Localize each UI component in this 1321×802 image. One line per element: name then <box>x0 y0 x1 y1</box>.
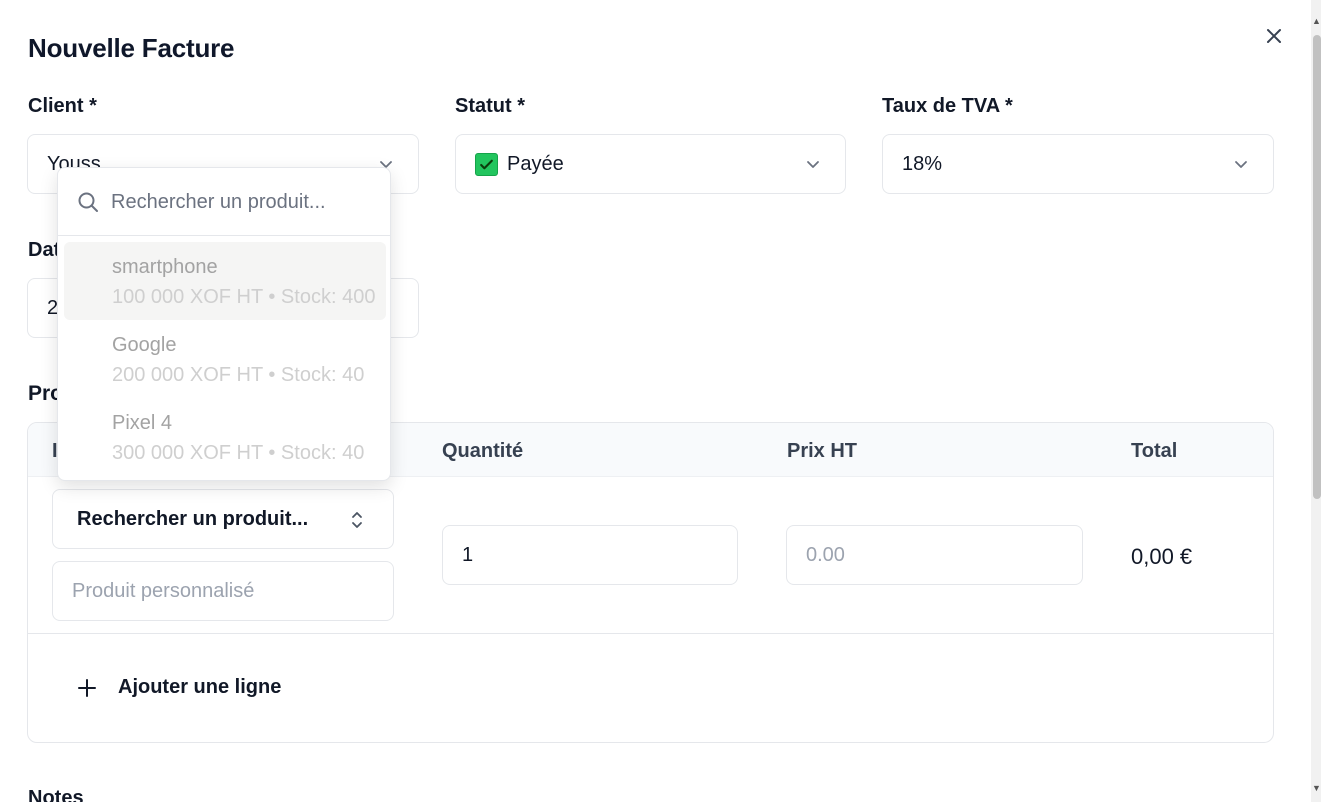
option-detail: 200 000 XOF HT • Stock: 40 <box>112 364 365 386</box>
vat-select[interactable]: 18% <box>882 134 1274 194</box>
date-label: Dat <box>28 239 61 261</box>
dropdown-option[interactable]: smartphone 100 000 XOF HT • Stock: 400 <box>64 242 386 320</box>
option-name: smartphone <box>112 256 218 278</box>
add-line-label: Ajouter une ligne <box>118 676 282 698</box>
dropdown-option[interactable]: Google 200 000 XOF HT • Stock: 40 <box>64 320 386 398</box>
option-name: Google <box>112 334 177 356</box>
vat-value: 18% <box>902 152 943 175</box>
chevron-up-down-icon <box>352 512 362 528</box>
custom-product-input[interactable]: Produit personnalisé <box>52 561 394 621</box>
dropdown-option[interactable]: Pixel 4 300 000 XOF HT • Stock: 40 <box>64 398 386 476</box>
notes-label: Notes <box>28 787 84 802</box>
custom-product-placeholder: Produit personnalisé <box>72 579 255 602</box>
dropdown-search <box>58 168 390 236</box>
option-detail: 100 000 XOF HT • Stock: 400 <box>112 286 376 308</box>
header-total: Total <box>1131 440 1178 462</box>
chevron-down-icon <box>1235 161 1247 168</box>
product-search-combobox[interactable]: Rechercher un produit... <box>52 489 394 549</box>
client-label: Client * <box>28 95 97 117</box>
option-detail: 300 000 XOF HT • Stock: 40 <box>112 442 365 464</box>
price-placeholder: 0.00 <box>806 543 845 566</box>
close-icon[interactable] <box>1262 24 1286 48</box>
quantity-input[interactable]: 1 <box>442 525 738 585</box>
status-select[interactable]: Payée <box>455 134 846 194</box>
price-input[interactable]: 0.00 <box>786 525 1083 585</box>
search-icon <box>78 192 98 212</box>
dialog-title: Nouvelle Facture <box>28 33 235 63</box>
quantity-value: 1 <box>462 543 474 566</box>
scrollbar-thumb[interactable] <box>1313 35 1321 499</box>
plus-icon <box>78 678 96 697</box>
dropdown-search-input[interactable] <box>111 184 381 220</box>
vat-label: Taux de TVA * <box>882 95 1013 117</box>
row-divider <box>28 633 1273 634</box>
option-name: Pixel 4 <box>112 412 173 434</box>
scroll-up-arrow-icon[interactable]: ▲ <box>1312 16 1321 26</box>
product-search-label: Rechercher un produit... <box>77 507 309 530</box>
status-value: Payée <box>507 152 564 175</box>
scroll-down-arrow-icon[interactable]: ▼ <box>1312 783 1321 793</box>
chevron-down-icon <box>807 161 819 168</box>
status-label: Statut * <box>455 95 525 117</box>
row-total: 0,00 € <box>1131 544 1193 569</box>
add-line-button[interactable]: Ajouter une ligne <box>76 676 281 699</box>
check-box-icon <box>475 152 498 176</box>
header-quantity: Quantité <box>442 440 524 462</box>
header-price: Prix HT <box>787 440 858 462</box>
product-dropdown: smartphone 100 000 XOF HT • Stock: 400 G… <box>57 167 391 481</box>
